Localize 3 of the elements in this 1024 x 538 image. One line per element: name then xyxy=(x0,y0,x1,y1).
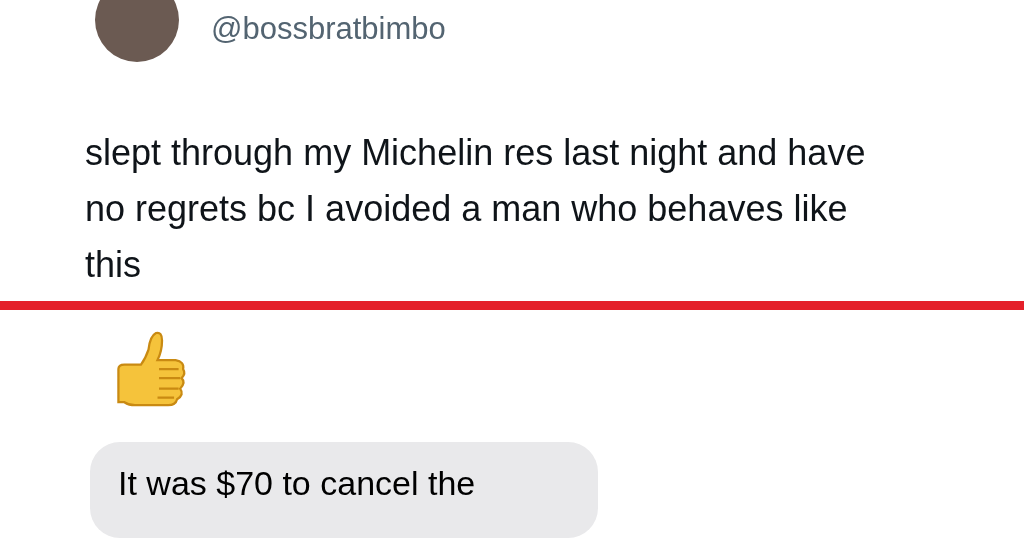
tweet-text: slept through my Michelin res last night and have no regrets bc I avoided a man who behaves like this xyxy=(85,131,867,287)
message-text: It was $70 to cancel the xyxy=(118,463,476,502)
user-handle: @bossbratbimbo xyxy=(211,13,446,44)
